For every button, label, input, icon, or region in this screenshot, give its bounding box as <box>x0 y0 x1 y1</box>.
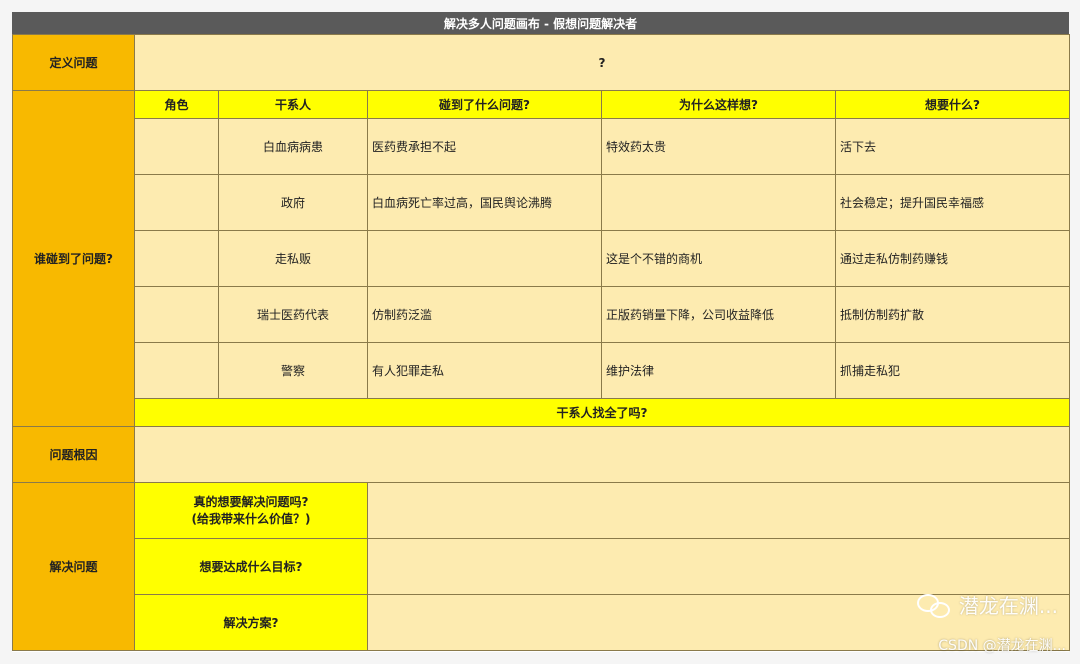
problem-cell <box>367 230 602 287</box>
table-row: 白血病病患 医药费承担不起 特效药太贵 活下去 <box>13 118 1071 175</box>
stakeholder-cell: 警察 <box>218 342 368 399</box>
problem-cell: 医药费承担不起 <box>367 118 602 175</box>
problem-cell: 有人犯罪走私 <box>367 342 602 399</box>
solve-question-line2: (给我带来什么价值？) <box>191 511 311 526</box>
canvas-title: 解决多人问题画布 - 假想问题解决者 <box>12 12 1069 34</box>
table-row: 瑞士医药代表 仿制药泛滥 正版药销量下降，公司收益降低 抵制仿制药扩散 <box>13 286 1071 343</box>
define-row: 定义问题 ? <box>12 34 1071 91</box>
root-cause-label: 问题根因 <box>12 426 135 483</box>
why-cell: 特效药太贵 <box>601 118 836 175</box>
solve-row: 解决方案? <box>13 594 1071 651</box>
header-want: 想要什么? <box>834 90 1071 119</box>
solve-question-value: 真的想要解决问题吗? (给我带来什么价值？) <box>134 482 368 539</box>
why-cell: 这是个不错的商机 <box>601 230 836 287</box>
root-cause-row: 问题根因 <box>12 426 1071 483</box>
problem-canvas-table: 定义问题 ? 谁碰到了问题? 角色 干系人 碰到了什么问题? 为什么这样想? 想… <box>12 34 1071 651</box>
solve-label: 解决问题 <box>12 482 135 651</box>
why-cell <box>601 174 836 231</box>
header-why: 为什么这样想? <box>601 90 836 119</box>
want-cell: 活下去 <box>834 118 1071 175</box>
solve-row: 想要达成什么目标? <box>13 538 1071 595</box>
stakeholder-cell: 走私贩 <box>218 230 368 287</box>
header-row: 谁碰到了问题? 角色 干系人 碰到了什么问题? 为什么这样想? 想要什么? <box>12 90 1071 427</box>
solve-answer-goal <box>366 538 1071 595</box>
problem-cell: 白血病死亡率过高，国民舆论沸腾 <box>367 174 602 231</box>
watermark-brand: 潜龙在渊... <box>958 594 1058 618</box>
solve-question-plan: 解决方案? <box>134 594 368 651</box>
canvas: 解决多人问题画布 - 假想问题解决者 定义问题 ? 谁碰到了问题? 角色 干系人… <box>12 12 1071 652</box>
header-problem: 碰到了什么问题? <box>367 90 602 119</box>
stakeholder-check: 干系人找全了吗? <box>133 398 1071 427</box>
solve-question-goal: 想要达成什么目标? <box>134 538 368 595</box>
stakeholder-check-row: 干系人找全了吗? <box>13 398 1071 427</box>
want-cell: 社会稳定；提升国民幸福感 <box>834 174 1071 231</box>
solve-answer-value <box>366 482 1071 539</box>
want-cell: 抓捕走私犯 <box>834 342 1071 399</box>
stakeholder-cell: 政府 <box>218 174 368 231</box>
root-cause-value <box>133 426 1071 483</box>
header-role: 角色 <box>134 90 219 119</box>
why-cell: 维护法律 <box>601 342 836 399</box>
role-cell <box>134 286 219 343</box>
want-cell: 抵制仿制药扩散 <box>834 286 1071 343</box>
why-cell: 正版药销量下降，公司收益降低 <box>601 286 836 343</box>
problem-cell: 仿制药泛滥 <box>367 286 602 343</box>
wechat-icon <box>916 592 951 618</box>
who-label: 谁碰到了问题? <box>12 90 135 427</box>
header-stakeholder: 干系人 <box>218 90 368 119</box>
stakeholder-cell: 瑞士医药代表 <box>218 286 368 343</box>
role-cell <box>134 230 219 287</box>
define-value: ? <box>133 34 1071 91</box>
want-cell: 通过走私仿制药赚钱 <box>834 230 1071 287</box>
csdn-watermark: CSDN @潜龙在渊... <box>938 638 1066 654</box>
role-cell <box>134 174 219 231</box>
role-cell <box>134 342 219 399</box>
solve-row: 解决问题 真的想要解决问题吗? (给我带来什么价值？) <box>12 482 1071 651</box>
table-row: 警察 有人犯罪走私 维护法律 抓捕走私犯 <box>13 342 1071 399</box>
table-row: 政府 白血病死亡率过高，国民舆论沸腾 社会稳定；提升国民幸福感 <box>13 174 1071 231</box>
solve-question-line1: 真的想要解决问题吗? <box>193 494 309 509</box>
table-row: 走私贩 这是个不错的商机 通过走私仿制药赚钱 <box>13 230 1071 287</box>
role-cell <box>134 118 219 175</box>
define-label: 定义问题 <box>12 34 135 91</box>
stakeholder-cell: 白血病病患 <box>218 118 368 175</box>
watermark: 潜龙在渊... <box>916 590 1058 619</box>
